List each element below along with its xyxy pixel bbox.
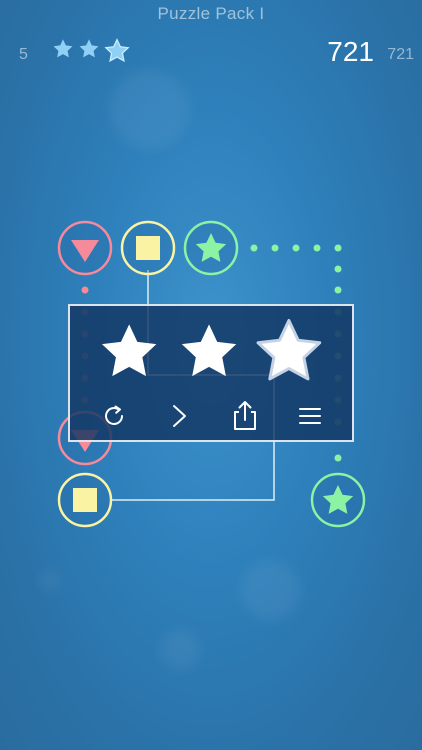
piece-pink-triangle-top	[57, 220, 113, 276]
star-icon	[101, 324, 157, 377]
menu-icon	[299, 408, 321, 424]
result-stars	[101, 318, 322, 381]
level-complete-panel	[68, 304, 354, 442]
piece-green-star-top	[183, 220, 239, 276]
share-button[interactable]	[225, 398, 265, 434]
share-icon	[234, 401, 256, 430]
piece-green-star-bottom	[310, 472, 366, 528]
piece-yellow-square-top	[120, 220, 176, 276]
result-actions	[70, 392, 352, 440]
star-icon	[256, 318, 322, 381]
restart-icon	[105, 405, 123, 425]
menu-button[interactable]	[290, 398, 330, 434]
next-level-button[interactable]	[159, 398, 199, 434]
restart-button[interactable]	[94, 398, 134, 434]
piece-yellow-square-bottom	[57, 472, 113, 528]
star-icon	[181, 324, 237, 377]
chevron-right-icon	[173, 405, 186, 427]
